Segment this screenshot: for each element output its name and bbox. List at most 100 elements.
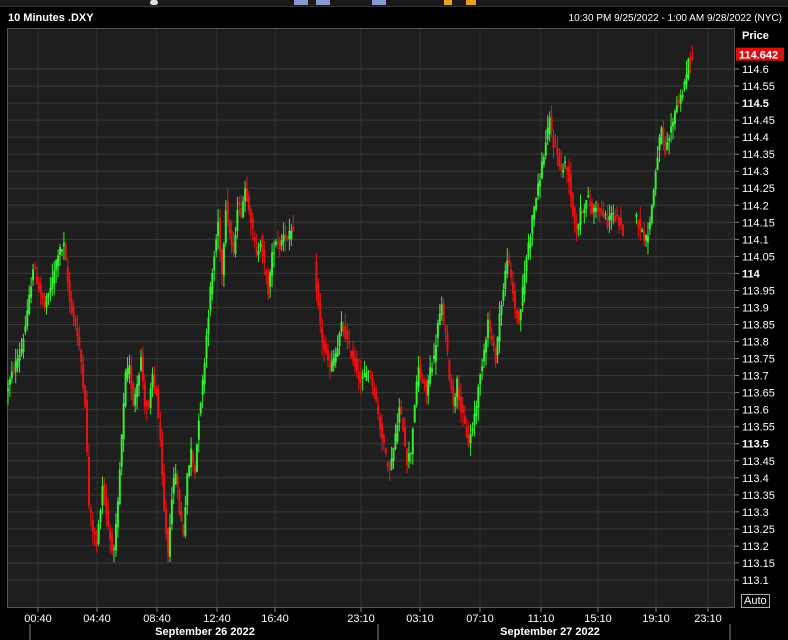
candle-body bbox=[147, 403, 150, 407]
candle-body bbox=[35, 275, 38, 284]
candle-body bbox=[138, 375, 141, 386]
bar-icon[interactable] bbox=[316, 0, 330, 5]
candle-body bbox=[375, 392, 378, 401]
candle-body bbox=[114, 523, 117, 551]
candle-body bbox=[579, 207, 582, 225]
candle-body bbox=[342, 326, 345, 331]
candle-body bbox=[222, 243, 225, 276]
candle-body bbox=[66, 266, 69, 283]
candle-body bbox=[195, 444, 198, 472]
x-tick-label: 11:10 bbox=[528, 613, 555, 625]
candle-body bbox=[619, 218, 622, 225]
candle-body bbox=[326, 350, 329, 361]
candle-body bbox=[500, 305, 503, 315]
candle-body bbox=[161, 438, 164, 475]
candle-body bbox=[95, 539, 98, 546]
candle-body bbox=[330, 360, 333, 372]
candle-body bbox=[525, 257, 528, 272]
candle-body bbox=[128, 365, 131, 375]
candle-body bbox=[452, 386, 455, 406]
window-icon[interactable] bbox=[150, 0, 158, 5]
candle-body bbox=[612, 212, 615, 215]
chart-icon[interactable] bbox=[372, 0, 386, 5]
x-tick-label: 16:40 bbox=[261, 613, 289, 625]
candle-body bbox=[130, 366, 133, 389]
candle-body bbox=[431, 368, 434, 373]
candle-body bbox=[238, 202, 241, 206]
candle-body bbox=[419, 364, 422, 377]
candle-body bbox=[249, 209, 252, 223]
candle-body bbox=[111, 534, 114, 551]
y-tick-label: 113.3 bbox=[742, 507, 769, 519]
auto-scale-button[interactable]: Auto bbox=[741, 594, 770, 608]
candle-body bbox=[386, 461, 389, 468]
candle-body bbox=[421, 379, 424, 384]
candle-body bbox=[417, 367, 420, 387]
candle-body bbox=[43, 301, 46, 308]
candle-body bbox=[37, 282, 40, 290]
candle-body bbox=[274, 241, 277, 246]
candle-body bbox=[577, 223, 580, 230]
candle-body bbox=[575, 225, 578, 235]
candle-body bbox=[348, 341, 351, 344]
candle-body bbox=[673, 111, 676, 124]
candle-body bbox=[363, 372, 366, 378]
candle-body bbox=[604, 214, 607, 216]
grid-icon[interactable] bbox=[294, 0, 308, 5]
y-tick-label: 113.7 bbox=[742, 371, 769, 383]
candle-body bbox=[215, 239, 218, 252]
candle-body bbox=[209, 286, 212, 310]
candle-body bbox=[205, 335, 208, 359]
candle-body bbox=[105, 497, 108, 514]
candle-body bbox=[552, 135, 555, 148]
candle-body bbox=[596, 203, 599, 213]
candle-body bbox=[392, 447, 395, 462]
candle-body bbox=[616, 215, 619, 217]
candle-body bbox=[610, 212, 613, 221]
candle-body bbox=[380, 422, 383, 439]
candle-body bbox=[60, 249, 63, 252]
x-tick-label: 00:40 bbox=[24, 613, 52, 625]
x-tick-label: 07:10 bbox=[466, 613, 494, 625]
candle-body bbox=[407, 453, 410, 462]
candle-body bbox=[432, 355, 435, 360]
candle-body bbox=[481, 366, 484, 372]
date-label: September 26 2022 bbox=[155, 626, 255, 638]
candle-body bbox=[20, 349, 23, 355]
candle-body bbox=[86, 400, 89, 452]
candle-body bbox=[93, 531, 96, 536]
menu-icon[interactable] bbox=[466, 0, 476, 5]
candle-body bbox=[170, 499, 173, 525]
x-tick-label: 03:10 bbox=[406, 613, 434, 625]
candle-body bbox=[479, 374, 482, 385]
candle-body bbox=[558, 153, 561, 167]
candle-body bbox=[564, 161, 567, 164]
candle-body bbox=[490, 335, 493, 341]
candle-body bbox=[278, 240, 281, 249]
candle-body bbox=[149, 388, 152, 408]
candle-body bbox=[140, 357, 143, 371]
candle-body bbox=[371, 376, 374, 386]
candle-body bbox=[662, 127, 665, 138]
candle-body bbox=[675, 105, 678, 113]
candle-body bbox=[39, 283, 42, 295]
candle-body bbox=[168, 527, 171, 557]
candle-body bbox=[645, 234, 648, 241]
y-tick-label: 113.15 bbox=[742, 558, 775, 570]
candle-body bbox=[8, 378, 11, 385]
candle-body bbox=[116, 501, 119, 528]
candle-body bbox=[425, 382, 428, 394]
candle-body bbox=[89, 509, 92, 514]
candle-body bbox=[668, 138, 671, 141]
candle-body bbox=[583, 209, 586, 213]
candle-body bbox=[585, 200, 588, 210]
candle-body bbox=[263, 249, 266, 264]
candle-body bbox=[84, 386, 87, 407]
warning-icon[interactable] bbox=[444, 0, 452, 5]
candle-body bbox=[355, 359, 358, 372]
candle-body bbox=[652, 189, 655, 206]
candle-body bbox=[531, 215, 534, 234]
candle-body bbox=[82, 363, 85, 388]
candle-body bbox=[477, 386, 480, 408]
candle-body bbox=[59, 247, 62, 255]
